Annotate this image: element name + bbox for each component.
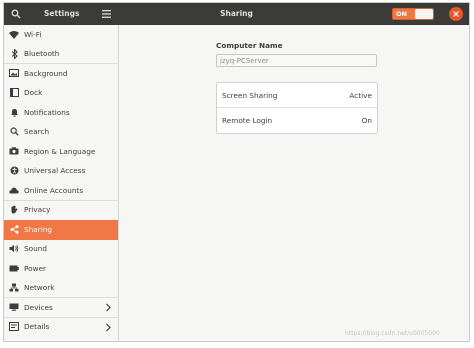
accessibility-icon (9, 166, 19, 176)
computer-name-label: Computer Name (216, 41, 283, 50)
sidebar-item-label: Details (24, 322, 50, 332)
sidebar: Wi-Fi Bluetooth Background Dock Notifica (4, 25, 119, 341)
toggle-label: ON (396, 10, 407, 18)
computer-name-input[interactable] (216, 54, 377, 67)
title-bar: Settings Sharing ON (4, 3, 469, 25)
bluetooth-icon (9, 48, 19, 59)
sidebar-item-background[interactable]: Background (4, 64, 118, 84)
devices-icon (9, 302, 19, 312)
sidebar-item-label: Sound (24, 244, 47, 254)
service-name: Remote Login (222, 116, 273, 125)
hamburger-icon (101, 10, 111, 18)
settings-window: Settings Sharing ON Wi-Fi Bluetooth Back… (3, 2, 470, 342)
service-name: Screen Sharing (222, 90, 278, 100)
service-status: On (361, 116, 372, 125)
camera-icon (9, 146, 19, 156)
dock-icon (9, 88, 19, 98)
bell-icon (9, 107, 19, 117)
watermark-text: https://blog.csdn.net/u0005000 (345, 330, 440, 337)
search-icon (9, 127, 19, 137)
chevron-right-icon (106, 303, 111, 312)
sidebar-item-sound[interactable]: Sound (4, 240, 118, 260)
sidebar-item-label: Devices (24, 302, 53, 312)
sharing-toggle[interactable]: ON (392, 8, 434, 20)
close-button[interactable] (449, 7, 463, 21)
sidebar-item-dock[interactable]: Dock (4, 84, 118, 104)
sidebar-item-universal-access[interactable]: Universal Access (4, 162, 118, 182)
sidebar-item-label: Network (24, 283, 55, 293)
sharing-panel: Computer Name Screen Sharing Active Remo… (119, 25, 469, 341)
network-icon (9, 283, 19, 293)
sidebar-item-notifications[interactable]: Notifications (4, 103, 118, 123)
details-icon (9, 322, 19, 332)
sidebar-item-label: Dock (24, 88, 43, 98)
sidebar-item-label: Background (24, 68, 68, 78)
sidebar-item-label: Region & Language (24, 146, 96, 156)
app-title: Settings (44, 9, 80, 18)
sidebar-item-label: Notifications (24, 107, 70, 117)
close-icon (453, 11, 459, 17)
toggle-knob (415, 9, 433, 19)
chevron-right-icon (106, 323, 111, 331)
sidebar-item-bluetooth[interactable]: Bluetooth (4, 45, 118, 64)
sidebar-item-label: Power (24, 263, 47, 273)
sidebar-item-label: Online Accounts (24, 185, 84, 195)
service-status: Active (349, 90, 372, 100)
sidebar-item-wifi[interactable]: Wi-Fi (4, 25, 118, 45)
hand-icon (9, 205, 19, 215)
sidebar-item-region-language[interactable]: Region & Language (4, 142, 118, 162)
sidebar-item-search[interactable]: Search (4, 123, 118, 143)
menu-button[interactable] (99, 7, 113, 21)
sidebar-item-online-accounts[interactable]: Online Accounts (4, 181, 118, 201)
sidebar-item-label: Universal Access (24, 166, 86, 176)
remote-login-row[interactable]: Remote Login On (217, 108, 377, 133)
sidebar-item-label: Sharing (24, 224, 53, 234)
sidebar-item-label: Bluetooth (24, 49, 60, 59)
background-icon (9, 68, 19, 78)
sharing-services-list: Screen Sharing Active Remote Login On (216, 82, 378, 134)
sidebar-item-network[interactable]: Network (4, 279, 118, 298)
sidebar-item-label: Privacy (24, 205, 51, 215)
screen-sharing-row[interactable]: Screen Sharing Active (217, 83, 377, 108)
search-button[interactable] (9, 7, 23, 21)
sidebar-item-power[interactable]: Power (4, 259, 118, 279)
search-icon (11, 9, 21, 19)
share-icon (9, 224, 19, 234)
sidebar-item-privacy[interactable]: Privacy (4, 201, 118, 221)
wifi-icon (9, 29, 19, 39)
speaker-icon (9, 244, 19, 254)
sidebar-item-label: Search (24, 127, 50, 137)
cloud-icon (9, 185, 19, 195)
sidebar-item-details[interactable]: Details (4, 318, 118, 338)
sidebar-item-label: Wi-Fi (24, 29, 42, 39)
sidebar-item-sharing[interactable]: Sharing (4, 220, 118, 240)
sidebar-item-devices[interactable]: Devices (4, 298, 118, 318)
battery-icon (9, 263, 19, 273)
